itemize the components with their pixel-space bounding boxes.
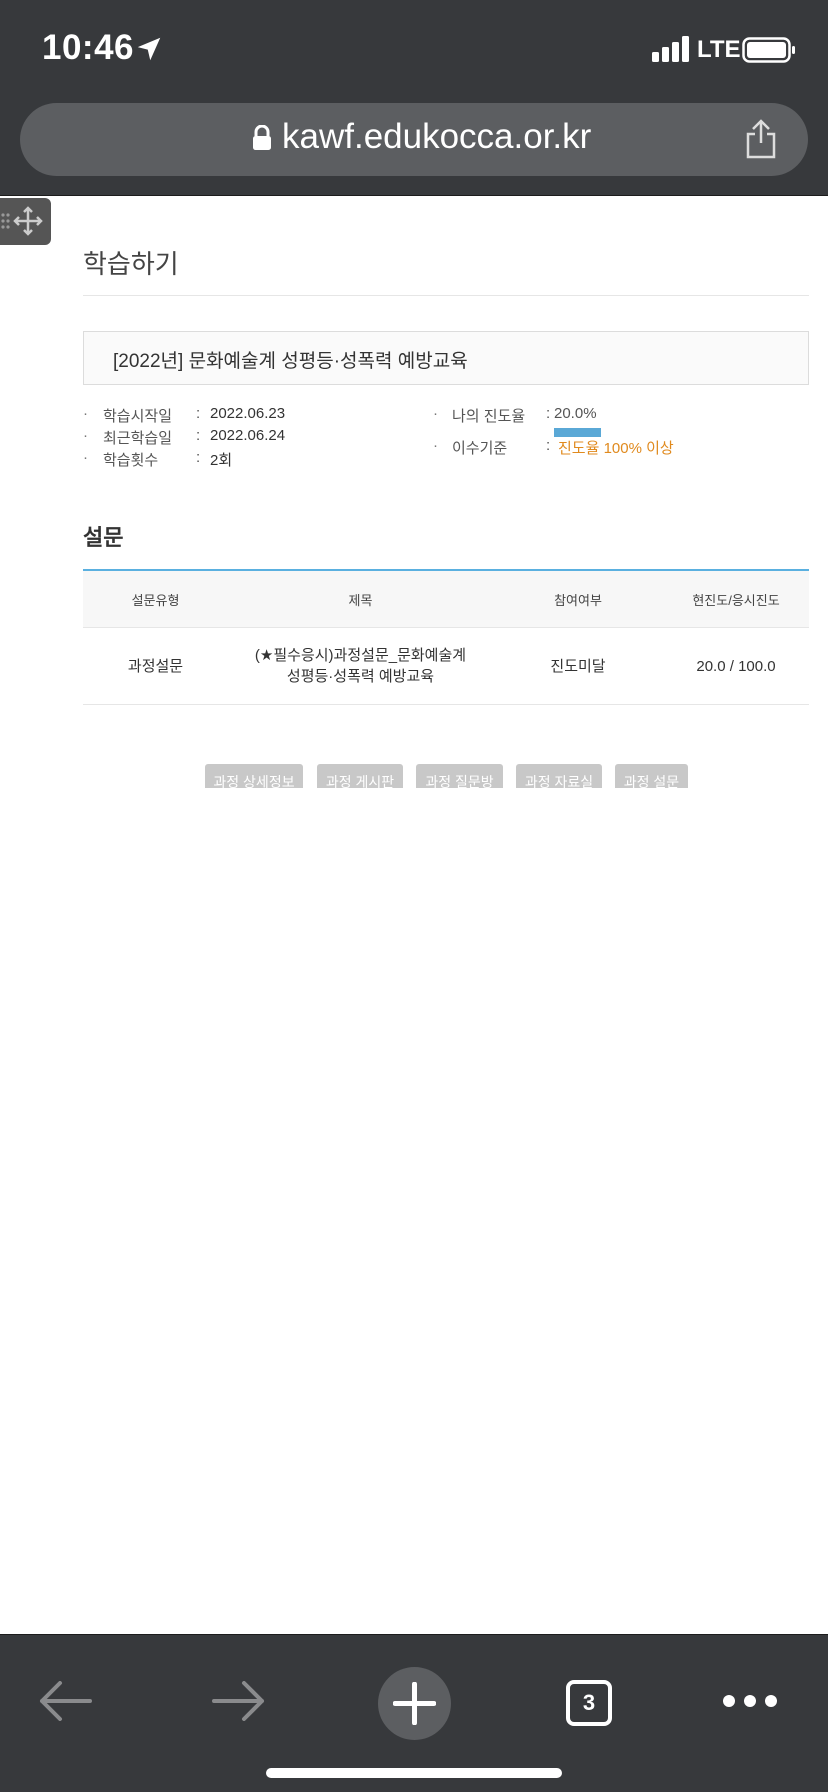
course-survey-button[interactable]: 과정 설문 — [615, 764, 688, 788]
new-tab-icon — [393, 1682, 436, 1725]
browser-bottom-toolbar: 3 — [0, 1634, 828, 1792]
course-detail-button[interactable]: 과정 상세정보 — [205, 764, 303, 788]
survey-section-title: 설문 — [83, 525, 124, 550]
table-header: 제목 — [348, 592, 373, 608]
info-colon: : — [546, 437, 551, 454]
address-bar[interactable]: kawf.edukocca.or.kr — [20, 103, 808, 176]
info-label: 나의 진도율 — [452, 408, 526, 425]
info-value: 2022.06.24 — [210, 427, 286, 444]
course-resources-button[interactable]: 과정 자료실 — [516, 764, 602, 788]
info-label: 최근학습일 — [103, 430, 173, 447]
table-header: 현진도/응시진도 — [692, 592, 780, 608]
info-colon: : — [196, 405, 201, 422]
survey-title-line: 성평등·성폭력 예방교육 — [286, 668, 435, 685]
share-icon[interactable] — [744, 119, 778, 159]
signal-icon — [652, 36, 689, 62]
info-progress: · 나의 진도율 : 20.0% — [433, 405, 793, 425]
location-arrow-icon — [137, 37, 161, 61]
info-value: 2022.06.23 — [210, 405, 286, 422]
network-label: LTE — [697, 36, 741, 63]
course-title: [2022년] 문화예술계 성평등·성폭력 예방교육 — [113, 351, 468, 372]
bullet: · — [83, 405, 88, 422]
course-title-box: [2022년] 문화예술계 성평등·성폭력 예방교육 — [83, 331, 809, 385]
info-colon: : — [546, 405, 551, 422]
page-title: 학습하기 — [83, 249, 179, 279]
course-board-button[interactable]: 과정 게시판 — [317, 764, 403, 788]
new-tab-button[interactable] — [378, 1667, 451, 1740]
survey-title-line: (★필수응시)과정설문_문화예술계 — [254, 647, 467, 664]
move-icon — [1, 206, 43, 236]
url-text: kawf.edukocca.or.kr — [282, 117, 592, 156]
move-handle[interactable] — [0, 198, 51, 245]
info-criteria: · 이수기준 : 진도율 100% 이상 — [433, 437, 793, 457]
progress-bar — [554, 428, 601, 437]
tabs-button[interactable]: 3 — [566, 1680, 612, 1726]
survey-title-cell[interactable]: (★필수응시)과정설문_문화예술계 성평등·성폭력 예방교육 — [228, 628, 493, 704]
criteria-value: 진도율 100% 이상 — [558, 440, 674, 457]
lock-icon — [253, 125, 271, 150]
battery-icon — [742, 37, 795, 63]
progress-value: 20.0% — [554, 405, 597, 422]
course-qna-button[interactable]: 과정 질문방 — [416, 764, 503, 788]
bullet: · — [83, 449, 88, 466]
bullet: · — [433, 405, 438, 422]
table-header-row: 설문유형 제목 참여여부 현진도/응시진도 — [83, 571, 809, 628]
survey-status-cell: 진도미달 — [550, 657, 606, 675]
table-header: 설문유형 — [131, 592, 180, 608]
info-study-count: · 학습횟수 : 2회 — [83, 449, 383, 469]
more-icon[interactable] — [722, 1694, 778, 1708]
status-time: 10:46 — [42, 28, 135, 67]
info-value: 2회 — [210, 452, 233, 469]
forward-icon[interactable] — [212, 1681, 266, 1721]
bullet: · — [83, 427, 88, 444]
back-icon[interactable] — [38, 1681, 92, 1721]
survey-table: 설문유형 제목 참여여부 현진도/응시진도 과정설문 (★필수응시)과정설문_문… — [83, 569, 809, 705]
info-label: 학습횟수 — [103, 452, 159, 469]
info-label: 이수기준 — [452, 440, 508, 457]
progress-bar-fill — [554, 428, 601, 437]
table-row[interactable]: 과정설문 (★필수응시)과정설문_문화예술계 성평등·성폭력 예방교육 진도미달… — [83, 628, 809, 705]
survey-type-cell: 과정설문 — [127, 657, 184, 675]
info-colon: : — [196, 427, 201, 444]
info-colon: : — [196, 449, 201, 466]
info-start-date: · 학습시작일 : 2022.06.23 — [83, 405, 383, 425]
bullet: · — [433, 437, 438, 454]
tab-count: 3 — [582, 1690, 596, 1715]
course-nav-buttons: 과정 상세정보 과정 게시판 과정 질문방 과정 자료실 과정 설문 — [0, 764, 828, 788]
info-recent-date: · 최근학습일 : 2022.06.24 — [83, 427, 383, 447]
home-indicator — [266, 1768, 562, 1778]
table-header: 참여여부 — [554, 592, 602, 608]
divider — [83, 295, 809, 296]
browser-top-bar: 10:46 LTE kawf.edukocca.or.kr — [0, 0, 828, 196]
survey-progress-cell: 20.0 / 100.0 — [696, 657, 776, 675]
info-label: 학습시작일 — [103, 408, 173, 425]
